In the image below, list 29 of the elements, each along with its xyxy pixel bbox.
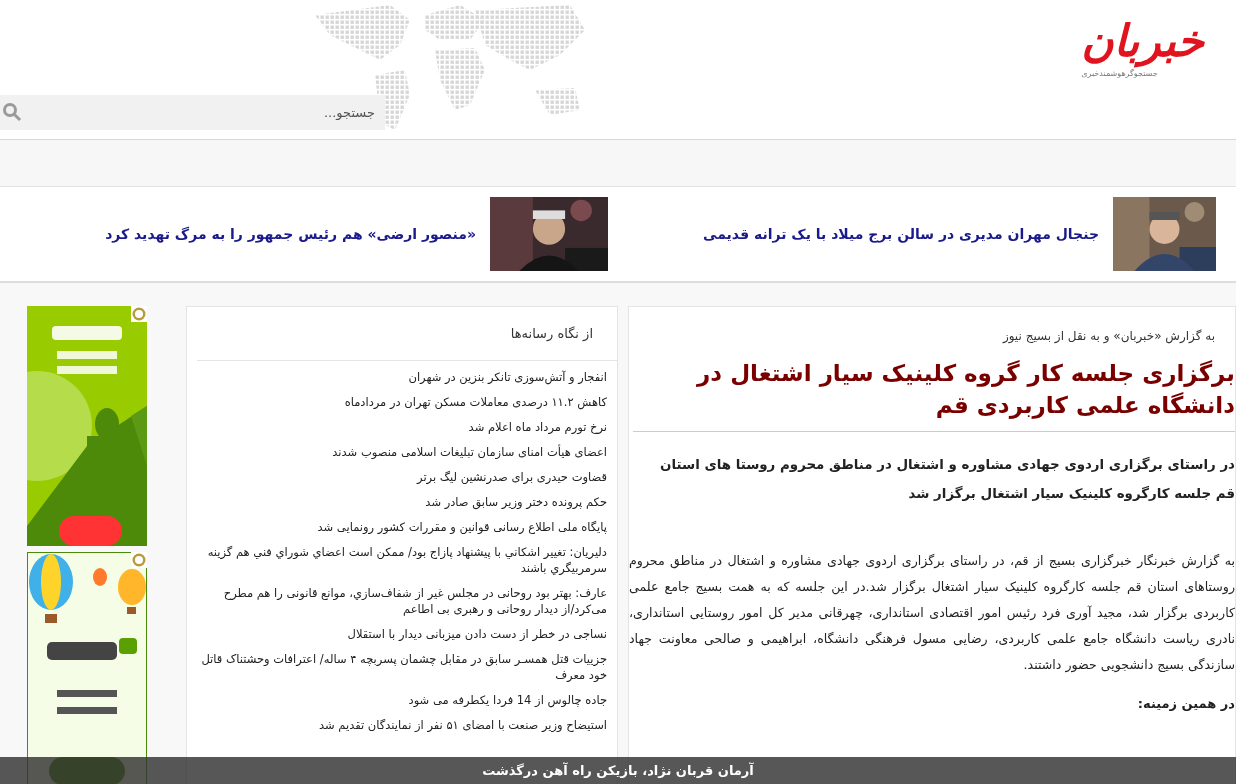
article-lead: در راستای برگزاری اردوی جهادی مشاوره و اشتغال در مناطق محروم روستا های استان قم جلسه کارگروه کلینیک سیار اشتغال برگزار شد	[659, 456, 1235, 503]
news-link[interactable]: اعضای هیأت امنای سازمان تبلیغات اسلامی منصوب شدند	[197, 444, 607, 460]
story-link[interactable]: جنجال مهران مدیری در سالن برج میلاد با یک ترانه قدیمی	[703, 226, 1099, 242]
news-link[interactable]: حکم پرونده دختر وزیر سابق صادر شد	[197, 494, 607, 510]
news-link[interactable]: قضاوت حیدری برای صدرنشین لیگ برتر	[197, 469, 607, 485]
news-link[interactable]: عارف: بهتر بود روحانی در مجلس غیر از شفاف‌سازي، موانع قانونی را هم مطرح می‌کرد/از دیدار روحانی و رهبری بی اطاعم	[197, 585, 607, 617]
article-title: برگزاری جلسه کار گروه کلینیک سیار اشتغال در دانشگاه علمی کاربردی قم	[695, 359, 1235, 421]
article-body: به گزارش خبرنگار خبرگزاری بسیج از قم، در راستای برگزاری اردوی جهادی مشاوره و اشتغال در مناطق محروم روستاهای استان قم جلسه کارگروه کلینیک سیار اشتغال برگزار شد.در این جلسه که به همت بسیج جامع علمی کاربردی برگزار شد، مجید آوری فرد رئیس امور اقتصادی استانداری، چهرقانی مدیر کل امور روستایی استانداری، نادری ریاست دانشگاه جامع علمی کاربردی، رضایی مسول فرهنگی دانشگاه، ابراهیمی و صالحی معاونت جهاد سازندگی بسیج دانشجویی حضور داشتند.	[629, 552, 1235, 675]
search-icon[interactable]	[2, 102, 22, 122]
site-tagline: جستجوگرهوشمندخبری	[1081, 69, 1158, 79]
news-link[interactable]: جزییات قتل همسـر سابق در مقابل چشمان پسربچه ۴ ساله/ اعترافات وحشتناک قاتل خود معرف	[197, 651, 607, 683]
panel-title: از نگاه رسانه‌ها	[510, 326, 593, 341]
story-link[interactable]: «منصور ارضی» هم رئیس جمهور را به مرگ تهدید کرد	[105, 226, 476, 242]
news-link[interactable]: انفجار و آتش‌سوزی تانکر بنزین در شهران	[197, 369, 607, 385]
site-logo[interactable]: خبربان	[1081, 12, 1204, 70]
related-heading: در همین زمینه:	[1136, 696, 1235, 711]
article-source: به گزارش «خبربان» و به نقل از بسیج نیوز	[1001, 329, 1215, 343]
news-ticker[interactable]: آرمان قربان نژاد، بازیکن راه آهن درگذشت	[0, 757, 1236, 784]
ad-badge-icon[interactable]	[131, 306, 147, 322]
news-link[interactable]: دليريان: تغيير اشكاني با پيشنهاد پازاج بود/ ممكن است اعضاي شوراي فني هم گزينه سرمربيگري باشند	[197, 544, 607, 576]
search-field[interactable]: جستجو...	[0, 95, 385, 130]
news-link[interactable]: کاهش ۱۱.۲ درصدی معاملات مسکن تهران در مردادماه	[197, 394, 607, 410]
ticker-headline[interactable]: آرمان قربان نژاد، بازیکن راه آهن درگذشت	[482, 763, 754, 778]
news-link[interactable]: نساجی در خطر از دست دادن میزبانی دیدار با استقلال	[197, 626, 607, 642]
news-link[interactable]: استیضاح وزیر صنعت با امضای ۵۱ نفر از نمایندگان تقدیم شد	[197, 717, 607, 733]
news-link[interactable]: جاده چالوس از 14 فردا یکطرفه می شود	[197, 692, 607, 708]
news-link[interactable]: نرخ تورم مرداد ماه اعلام شد	[197, 419, 607, 435]
ad-badge-icon[interactable]	[131, 552, 147, 568]
news-link[interactable]: پایگاه ملی اطلاع رسانی قوانین و مقررات کشور رونمایی شد	[197, 519, 607, 535]
